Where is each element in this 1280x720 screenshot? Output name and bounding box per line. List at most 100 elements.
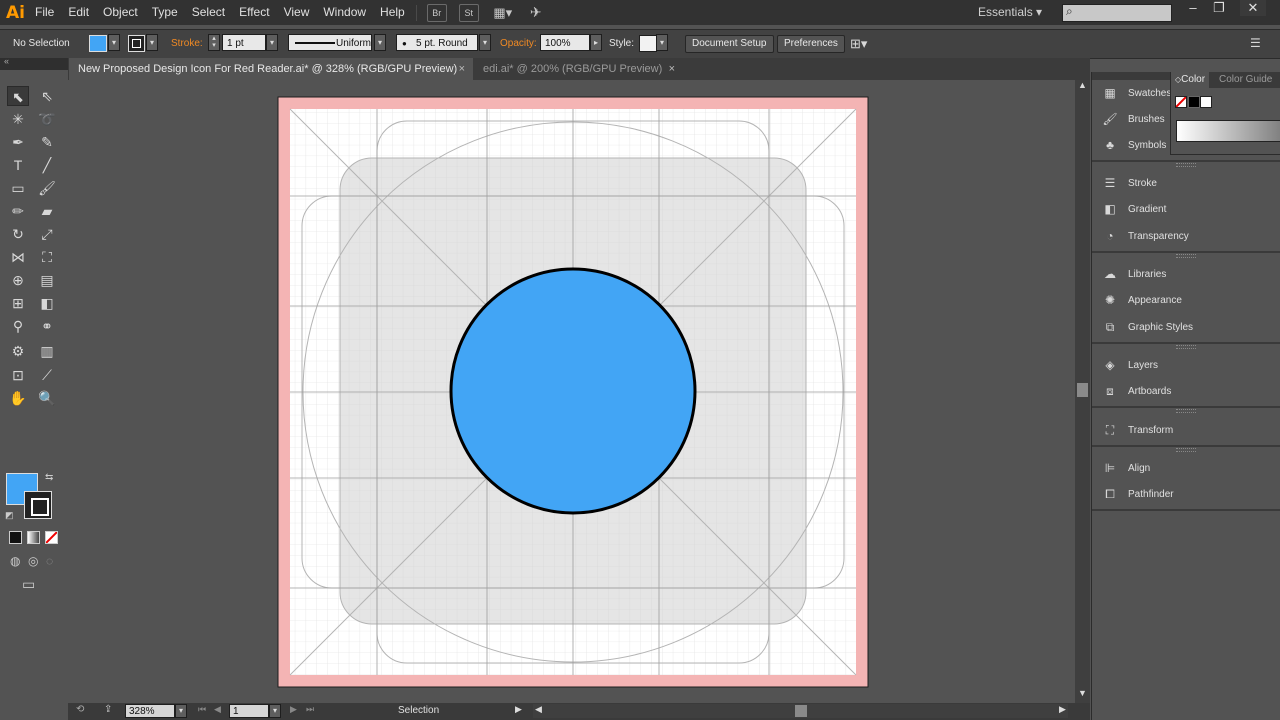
restore-icon[interactable]: ❐ <box>1206 0 1232 16</box>
gpu-rocket-icon[interactable]: ✈ <box>527 4 545 21</box>
graphic-style-swatch[interactable] <box>639 35 657 52</box>
vertical-scrollbar[interactable]: ▲ ▼ <box>1075 80 1090 703</box>
dock-item-symbols[interactable]: ♣ Symbols <box>1102 134 1166 156</box>
stroke-weight-dropdown[interactable]: ▾ <box>266 34 278 51</box>
menu-view[interactable]: View <box>277 0 317 25</box>
bridge-button[interactable]: Br <box>426 3 447 22</box>
dock-item-gradient[interactable]: ◧ Gradient <box>1102 198 1166 220</box>
menu-effect[interactable]: Effect <box>232 0 276 25</box>
last-artboard-icon[interactable]: ⏭ <box>306 704 314 715</box>
type-tool-icon[interactable]: T <box>7 155 29 175</box>
rotate-tool-icon[interactable]: ↻ <box>7 224 29 244</box>
scroll-left-icon[interactable]: ◀ <box>535 704 542 715</box>
stroke-weight-field[interactable]: 1 pt <box>222 34 266 51</box>
stock-button[interactable]: St <box>458 3 479 22</box>
graphic-style-dropdown[interactable]: ▾ <box>656 34 668 51</box>
panel-menu-icon[interactable]: ☰ <box>1250 36 1261 50</box>
menu-window[interactable]: Window <box>316 0 373 25</box>
slice-tool-icon[interactable]: ⟋ <box>36 365 58 385</box>
dock-item-pathfinder[interactable]: ⧠ Pathfinder <box>1102 483 1173 505</box>
color-spectrum-ramp[interactable] <box>1176 120 1280 142</box>
blue-circle-shape[interactable] <box>449 267 697 515</box>
stroke-profile-select[interactable]: Uniform <box>288 34 372 51</box>
pen-tool-icon[interactable]: ✒ <box>7 132 29 152</box>
dock-item-transparency[interactable]: ◔ Transparency <box>1102 225 1188 247</box>
mesh-tool-icon[interactable]: ⊞ <box>7 293 29 313</box>
first-artboard-icon[interactable]: ⏮ <box>198 704 206 715</box>
eraser-tool-icon[interactable]: ▰ <box>36 201 58 221</box>
tab-edi[interactable]: edi.ai* @ 200% (RGB/GPU Preview) × <box>473 58 683 80</box>
menu-edit[interactable]: Edit <box>61 0 96 25</box>
magic-wand-tool-icon[interactable]: ✳ <box>7 109 29 129</box>
direct-selection-tool-icon[interactable]: ⇖ <box>36 86 58 106</box>
align-options-icon[interactable]: ⊞▾ <box>850 36 867 52</box>
curvature-tool-icon[interactable]: ✎ <box>36 132 58 152</box>
stroke-label[interactable]: Stroke: <box>171 38 203 49</box>
dock-item-swatches[interactable]: ▦ Swatches <box>1102 82 1171 104</box>
fill-dropdown[interactable]: ▾ <box>108 34 120 51</box>
menu-help[interactable]: Help <box>373 0 412 25</box>
dock-item-transform[interactable]: ⛶ Transform <box>1102 419 1173 441</box>
menu-object[interactable]: Object <box>96 0 145 25</box>
close-tab-icon[interactable]: × <box>459 58 465 80</box>
rectangle-tool-icon[interactable]: ▭ <box>7 178 29 198</box>
group-grip[interactable] <box>1176 448 1196 452</box>
black-color-chip[interactable] <box>1188 96 1200 108</box>
menu-type[interactable]: Type <box>145 0 185 25</box>
zoom-dropdown[interactable]: ▾ <box>175 704 187 718</box>
white-color-chip[interactable] <box>1200 96 1212 108</box>
horizontal-scrollbar[interactable]: ◀ ▶ <box>533 704 1068 718</box>
search-input[interactable] <box>1062 4 1172 22</box>
paintbrush-tool-icon[interactable]: 🖌 <box>36 178 58 198</box>
canvas-area[interactable] <box>68 80 1075 703</box>
tab-color-guide[interactable]: Color Guide <box>1219 74 1272 85</box>
dock-item-layers[interactable]: ◈ Layers <box>1102 354 1158 376</box>
opacity-arrow[interactable]: ▸ <box>590 34 602 51</box>
menu-file[interactable]: File <box>28 0 61 25</box>
shape-builder-tool-icon[interactable]: ⊕ <box>7 270 29 290</box>
brush-dropdown[interactable]: ▾ <box>479 34 491 51</box>
next-artboard-icon[interactable]: ▶ <box>290 704 297 715</box>
artboard-tool-icon[interactable]: ⊡ <box>7 365 29 385</box>
free-transform-tool-icon[interactable]: ⛶ <box>36 247 58 267</box>
none-color-icon[interactable] <box>1175 96 1187 108</box>
draw-normal-icon[interactable]: ◍ <box>10 554 20 568</box>
screen-mode-icon[interactable]: ▭ <box>22 576 35 593</box>
tab-red-reader-icon[interactable]: New Proposed Design Icon For Red Reader.… <box>68 58 473 80</box>
opacity-label[interactable]: Opacity: <box>500 38 537 49</box>
fill-color-swatch[interactable] <box>89 35 107 52</box>
dock-item-libraries[interactable]: ☁ Libraries <box>1102 263 1166 285</box>
gradient-tool-icon[interactable]: ◧ <box>36 293 58 313</box>
tab-color[interactable]: ◇Color <box>1171 72 1210 88</box>
close-icon[interactable]: ✕ <box>1240 0 1266 16</box>
scroll-right-icon[interactable]: ▶ <box>1059 704 1066 715</box>
group-grip[interactable] <box>1176 254 1196 258</box>
draw-inside-icon[interactable]: ◌ <box>46 554 53 568</box>
dock-item-artboards[interactable]: ⧈ Artboards <box>1102 380 1171 402</box>
menu-select[interactable]: Select <box>185 0 232 25</box>
collapse-icon[interactable]: « <box>4 56 9 66</box>
opacity-field[interactable]: 100% <box>540 34 590 51</box>
minimize-icon[interactable]: – <box>1180 0 1206 16</box>
group-grip[interactable] <box>1176 409 1196 413</box>
scale-tool-icon[interactable]: ⤢ <box>36 224 58 244</box>
perspective-grid-tool-icon[interactable]: ▤ <box>36 270 58 290</box>
swap-fill-stroke-icon[interactable]: ⇆ <box>45 472 53 483</box>
stroke-profile-dropdown[interactable]: ▾ <box>374 34 386 51</box>
selection-tool-icon[interactable]: ⬉ <box>7 86 29 106</box>
scroll-down-icon[interactable]: ▼ <box>1078 688 1087 698</box>
tools-panel-header[interactable]: « <box>0 56 68 70</box>
pencil-tool-icon[interactable]: ✏ <box>7 201 29 221</box>
dock-item-brushes[interactable]: 🖌 Brushes <box>1102 108 1164 130</box>
dock-item-appearance[interactable]: ✺ Appearance <box>1102 289 1182 311</box>
none-mode-icon[interactable] <box>45 531 58 544</box>
default-fill-stroke-icon[interactable]: ◩ <box>5 510 14 521</box>
rotate-view-icon[interactable]: ⟲ <box>76 704 84 715</box>
share-icon[interactable]: ⇪ <box>104 704 112 715</box>
stroke-swatch[interactable] <box>24 491 52 519</box>
stroke-dropdown[interactable]: ▾ <box>146 34 158 51</box>
hand-tool-icon[interactable]: ✋ <box>7 388 29 408</box>
line-tool-icon[interactable]: ╱ <box>36 155 58 175</box>
gradient-mode-icon[interactable] <box>27 531 40 544</box>
column-graph-tool-icon[interactable]: ▥ <box>36 341 58 361</box>
